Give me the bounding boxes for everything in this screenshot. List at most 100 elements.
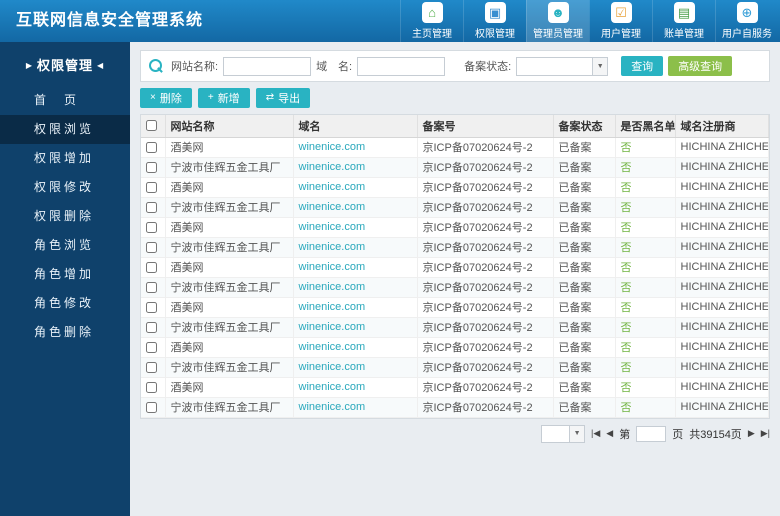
export-icon: ⇄ xyxy=(265,92,275,103)
cell-registrar: HICHINA ZHICHENG TECHNOLOGY xyxy=(675,197,769,218)
page-size-select[interactable]: ▼ xyxy=(541,424,586,443)
cell-domain-link[interactable]: winenice.com xyxy=(293,337,418,358)
page-number-input[interactable] xyxy=(636,425,667,442)
row-checkbox[interactable] xyxy=(146,181,157,193)
prev-page-icon[interactable]: ◀ xyxy=(606,428,613,439)
cell-record-no: 京ICP备07020624号-2 xyxy=(417,157,554,178)
row-checkbox[interactable] xyxy=(146,401,157,413)
table-body: 酒美网 winenice.com 京ICP备07020624号-2 已备案否 HICHI… xyxy=(141,137,769,418)
advanced-query-button[interactable]: 高级查询 xyxy=(668,56,733,76)
sidebar-item-7[interactable]: 角色增加 xyxy=(0,260,130,289)
billing-icon: ▤ xyxy=(673,2,695,23)
cell-registrar: HICHINA ZHICHENG TECHNOLOGY xyxy=(675,337,769,358)
sidebar-item-2[interactable]: 权限浏览 xyxy=(0,115,130,144)
cell-domain-link[interactable]: winenice.com xyxy=(293,397,418,418)
cell-record-status: 已备案 xyxy=(553,337,616,358)
site-name-label: 网站名称: xyxy=(171,61,219,73)
delete-button[interactable]: × 删除 xyxy=(140,88,192,108)
cell-blacklist: 否 xyxy=(615,237,676,258)
table-row: 宁波市佳辉五金工具厂 winenice.com 京ICP备07020624号-2 已备… xyxy=(141,197,769,218)
cell-record-no: 京ICP备07020624号-2 xyxy=(417,397,554,418)
nav-item-2[interactable]: ▣ 权限管理 xyxy=(463,0,526,42)
globe-icon: ⊕ xyxy=(736,2,758,23)
cell-site-name: 宁波市佳辉五金工具厂 xyxy=(165,357,294,378)
cell-record-no: 京ICP备07020624号-2 xyxy=(417,277,554,298)
cell-record-no: 京ICP备07020624号-2 xyxy=(417,197,554,218)
site-name-input[interactable] xyxy=(223,56,312,76)
status-select[interactable]: ▼ xyxy=(516,56,609,76)
nav-item-6[interactable]: ⊕ 用户自服务 xyxy=(715,0,778,42)
query-button[interactable]: 查询 xyxy=(621,56,664,76)
cell-blacklist: 否 xyxy=(615,177,676,198)
nav-item-label: 权限管理 xyxy=(475,29,515,40)
cell-domain-link[interactable]: winenice.com xyxy=(293,357,418,378)
add-button[interactable]: + 新增 xyxy=(197,88,250,108)
cell-site-name: 宁波市佳辉五金工具厂 xyxy=(165,237,294,258)
row-checkbox[interactable] xyxy=(146,301,157,313)
sidebar-item-6[interactable]: 角色浏览 xyxy=(0,231,130,260)
row-checkbox[interactable] xyxy=(146,241,157,253)
cell-registrar: HICHINA ZHICHENG TECHNOLOGY xyxy=(675,177,769,198)
select-all-checkbox[interactable] xyxy=(146,120,157,132)
sidebar-item-9[interactable]: 角色删除 xyxy=(0,318,130,347)
row-checkbox[interactable] xyxy=(146,261,157,273)
row-checkbox[interactable] xyxy=(146,281,157,293)
row-checkbox[interactable] xyxy=(146,201,157,213)
cell-domain-link[interactable]: winenice.com xyxy=(293,217,418,238)
domain-input[interactable] xyxy=(357,56,446,76)
nav-item-4[interactable]: ☑ 用户管理 xyxy=(589,0,652,42)
sidebar-item-5[interactable]: 权限删除 xyxy=(0,202,130,231)
total-pages: 共39154页 xyxy=(689,428,742,441)
sidebar: ▶ 权限管理 ◀ 首 页权限浏览 权限增加 权限修改 权限删除 角色浏览 角色增加 角色修改 角色… xyxy=(0,42,130,516)
cell-domain-link[interactable]: winenice.com xyxy=(293,277,418,298)
nav-item-5[interactable]: ▤ 账单管理 xyxy=(652,0,715,42)
cell-registrar: HICHINA ZHICHENG TECHNOLOGY xyxy=(675,397,769,418)
arrow-left-icon: ◀ xyxy=(97,61,105,70)
cell-domain-link[interactable]: winenice.com xyxy=(293,237,418,258)
home-icon: ⌂ xyxy=(421,2,443,23)
next-page-icon[interactable]: ▶ xyxy=(748,428,755,439)
export-label: 导出 xyxy=(278,93,301,105)
cell-registrar: HICHINA ZHICHENG TECHNOLOGY xyxy=(675,297,769,318)
sidebar-item-1[interactable]: 首 页 xyxy=(0,86,130,115)
cell-domain-link[interactable]: winenice.com xyxy=(293,197,418,218)
row-checkbox[interactable] xyxy=(146,361,157,373)
sidebar-item-8[interactable]: 角色修改 xyxy=(0,289,130,318)
table-row: 宁波市佳辉五金工具厂 winenice.com 京ICP备07020624号-2 已备… xyxy=(141,277,769,298)
row-checkbox[interactable] xyxy=(146,381,157,393)
table-row: 酒美网 winenice.com 京ICP备07020624号-2 已备案否 HICHI… xyxy=(141,137,769,158)
row-checkbox[interactable] xyxy=(146,141,157,153)
cell-domain-link[interactable]: winenice.com xyxy=(293,157,418,178)
sidebar-title-text: 权限管理 xyxy=(36,58,93,73)
table-row: 酒美网 winenice.com 京ICP备07020624号-2 已备案否 HICHI… xyxy=(141,377,769,398)
sidebar-item-3[interactable]: 权限增加 xyxy=(0,144,130,173)
row-checkbox-cell xyxy=(141,397,166,418)
row-checkbox[interactable] xyxy=(146,221,157,233)
cell-record-no: 京ICP备07020624号-2 xyxy=(417,177,554,198)
export-button[interactable]: ⇄ 导出 xyxy=(255,88,311,108)
cell-record-no: 京ICP备07020624号-2 xyxy=(417,217,554,238)
row-checkbox[interactable] xyxy=(146,161,157,173)
cell-domain-link[interactable]: winenice.com xyxy=(293,257,418,278)
last-page-icon[interactable]: ▶| xyxy=(761,428,770,439)
column-header: 网站名称 xyxy=(165,115,294,138)
cell-blacklist: 否 xyxy=(615,297,676,318)
cell-domain-link[interactable]: winenice.com xyxy=(293,137,418,158)
cell-domain-link[interactable]: winenice.com xyxy=(293,317,418,338)
nav-item-1[interactable]: ⌂ 主页管理 xyxy=(400,0,463,42)
page-prefix: 第 xyxy=(619,428,631,441)
row-checkbox[interactable] xyxy=(146,341,157,353)
first-page-icon[interactable]: |◀ xyxy=(591,428,600,439)
cell-domain-link[interactable]: winenice.com xyxy=(293,177,418,198)
records-table-panel: 网站名称 域名 备案号 备案状态 是否黑名单 域名注册商 酒美网 winenice.com 京… xyxy=(140,114,770,419)
delete-label: 删除 xyxy=(159,93,182,105)
cell-registrar: HICHINA ZHICHENG TECHNOLOGY xyxy=(675,357,769,378)
row-checkbox-cell xyxy=(141,157,166,178)
cell-site-name: 酒美网 xyxy=(165,257,294,278)
cell-domain-link[interactable]: winenice.com xyxy=(293,377,418,398)
nav-item-3[interactable]: ☻ 管理员管理 xyxy=(526,0,589,42)
row-checkbox[interactable] xyxy=(146,321,157,333)
sidebar-item-4[interactable]: 权限修改 xyxy=(0,173,130,202)
cell-domain-link[interactable]: winenice.com xyxy=(293,297,418,318)
cell-site-name: 宁波市佳辉五金工具厂 xyxy=(165,197,294,218)
